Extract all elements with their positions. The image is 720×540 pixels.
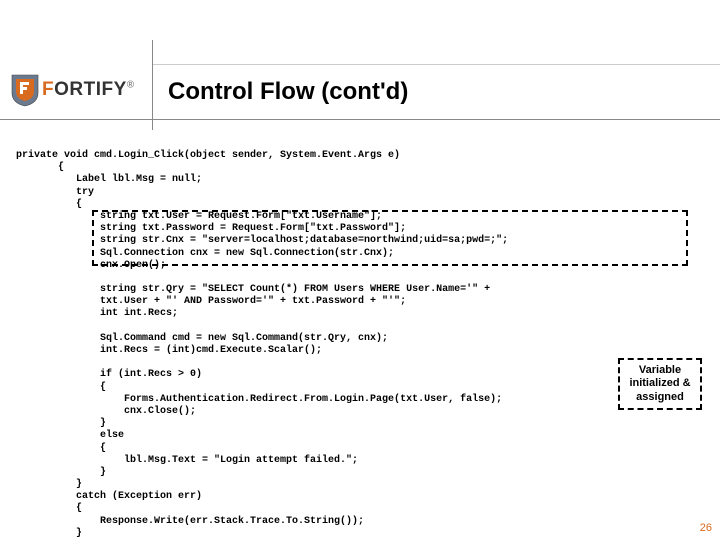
code-line: Response.Write(err.Stack.Trace.To.String… xyxy=(16,516,364,527)
code-line: { xyxy=(16,162,64,173)
code-line: txt.User + "' AND Password='" + txt.Pass… xyxy=(16,296,406,307)
code-line: cnx.Close(); xyxy=(16,406,196,417)
slide-header: FORTIFY® Control Flow (cont'd) xyxy=(0,0,720,120)
page-number: 26 xyxy=(700,522,712,534)
code-line: lbl.Msg.Text = "Login attempt failed."; xyxy=(16,455,358,466)
code-line: try xyxy=(16,187,94,198)
code-line: } xyxy=(16,479,82,490)
code-line: } xyxy=(16,418,106,429)
callout-box: Variable initialized & assigned xyxy=(618,358,702,410)
header-vline xyxy=(152,40,153,130)
code-line: private void cmd.Login_Click(object send… xyxy=(16,150,400,161)
code-line: string str.Cnx = "server=localhost;datab… xyxy=(16,235,508,246)
header-rule xyxy=(152,64,720,65)
code-line: int.Recs = (int)cmd.Execute.Scalar(); xyxy=(16,345,322,356)
code-line: string str.Qry = "SELECT Count(*) FROM U… xyxy=(16,284,490,295)
code-line: { xyxy=(16,443,106,454)
shield-icon xyxy=(10,73,40,107)
code-line: int int.Recs; xyxy=(16,308,178,319)
logo-text: FORTIFY® xyxy=(42,79,135,101)
code-line: Label lbl.Msg = null; xyxy=(16,174,202,185)
code-line: if (int.Recs > 0) xyxy=(16,369,202,380)
code-line: } xyxy=(16,467,106,478)
code-line: catch (Exception err) xyxy=(16,491,202,502)
code-line: Sql.Connection cnx = new Sql.Connection(… xyxy=(16,248,394,259)
code-line: { xyxy=(16,503,82,514)
code-line: } xyxy=(16,528,82,539)
fortify-logo: FORTIFY® xyxy=(10,72,135,108)
code-line: string txt.Password = Request.Form["txt.… xyxy=(16,223,406,234)
code-line: { xyxy=(16,199,82,210)
code-line: cnx.Open(); xyxy=(16,260,166,271)
code-line: else xyxy=(16,430,124,441)
code-block: private void cmd.Login_Click(object send… xyxy=(16,150,704,540)
callout-text: Variable initialized & assigned xyxy=(620,364,700,404)
code-line: Forms.Authentication.Redirect.From.Login… xyxy=(16,394,502,405)
code-line: Sql.Command cmd = new Sql.Command(str.Qr… xyxy=(16,333,388,344)
page-title: Control Flow (cont'd) xyxy=(168,78,408,106)
code-line: string txt.User = Request.Form["txt.User… xyxy=(16,211,382,222)
code-line: { xyxy=(16,382,106,393)
